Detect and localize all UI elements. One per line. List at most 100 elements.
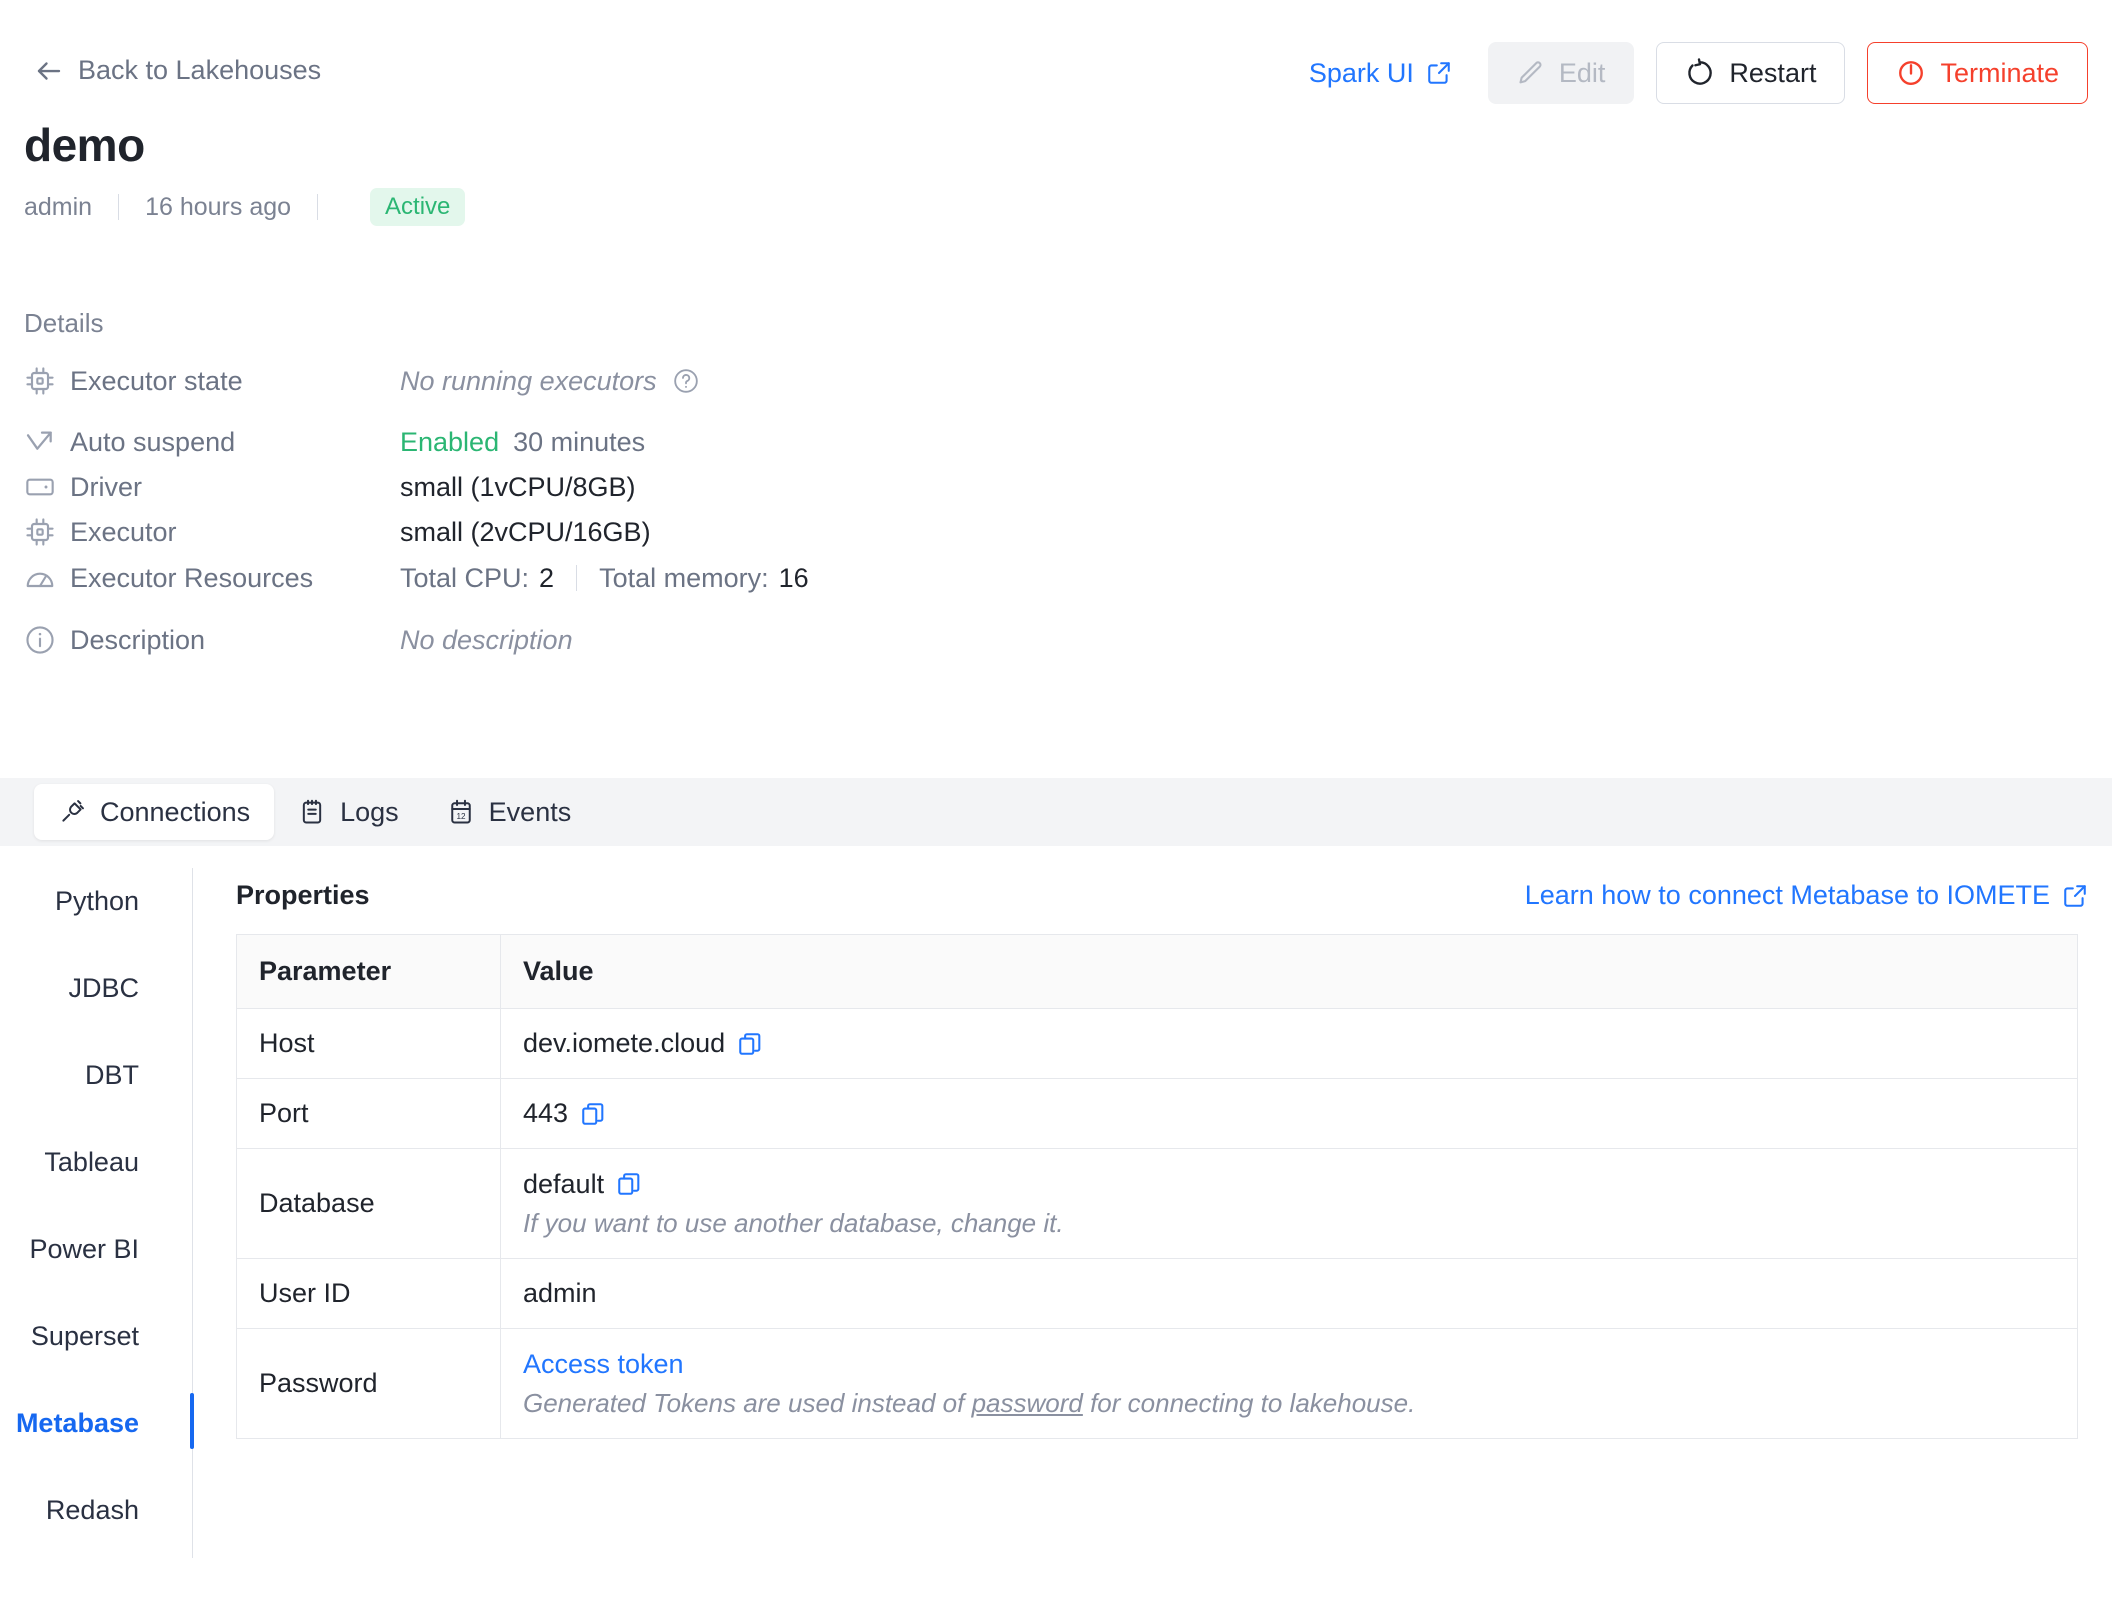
spark-ui-label: Spark UI <box>1308 57 1414 88</box>
password-note-after: for connecting to lakehouse. <box>1082 1387 1416 1418</box>
detail-row-description: Description No description <box>24 623 573 657</box>
sidebar-item-redash[interactable]: Redash <box>46 1495 139 1526</box>
tab-events-label: Events <box>488 796 572 827</box>
back-to-lakehouses-link[interactable]: Back to Lakehouses <box>34 55 321 86</box>
copy-icon[interactable] <box>737 1030 763 1058</box>
driver-card-icon <box>26 478 54 496</box>
arrow-left-icon <box>37 61 61 80</box>
auto-suspend-enabled: Enabled <box>400 426 500 457</box>
meta-divider-1 <box>118 194 120 220</box>
detail-row-executor-state: Executor state No running executors <box>24 364 699 398</box>
sidebar-item-python[interactable]: Python <box>55 886 139 917</box>
detail-key-executor-state: Executor state <box>70 365 243 396</box>
sidebar-item-power-bi[interactable]: Power BI <box>29 1234 139 1265</box>
detail-row-executor-resources: Executor Resources Total CPU: 2 Total me… <box>24 561 809 595</box>
page-title: demo <box>24 119 145 171</box>
total-memory-label: Total memory: <box>599 562 769 593</box>
restart-button[interactable]: Restart <box>1656 42 1846 104</box>
pencil-icon <box>1519 61 1542 84</box>
restart-power-icon <box>1688 58 1713 85</box>
tab-connections[interactable]: Connections <box>34 784 275 840</box>
param-user-id: User ID <box>236 1258 501 1329</box>
auto-suspend-duration: 30 minutes <box>513 426 646 457</box>
external-link-icon <box>1428 62 1450 84</box>
plug-icon <box>62 800 84 822</box>
value-port-cell: 443 <box>500 1078 2078 1149</box>
table-row-database: Database default If you want to use anot… <box>236 1148 2078 1259</box>
detail-key-executor: Executor <box>70 516 177 547</box>
terminate-label: Terminate <box>1940 57 2059 88</box>
password-note-before: Generated Tokens are used instead of <box>523 1387 972 1418</box>
copy-icon[interactable] <box>616 1170 642 1198</box>
properties-table: Parameter Value Host dev.iomete.cloud Po… <box>236 934 2078 1439</box>
terminate-button[interactable]: Terminate <box>1867 42 2088 104</box>
sidebar-item-tableau[interactable]: Tableau <box>44 1147 139 1178</box>
sidebar-item-dbt[interactable]: DBT <box>85 1060 139 1091</box>
learn-link-label: Learn how to connect Metabase to IOMETE <box>1524 880 2050 910</box>
arrow-trend-icon <box>26 431 52 450</box>
tab-bar: Connections Logs 12 Events <box>0 778 2112 846</box>
value-password-cell: Access token Generated Tokens are used i… <box>500 1328 2078 1439</box>
table-row-password: Password Access token Generated Tokens a… <box>236 1328 2078 1439</box>
tab-logs[interactable]: Logs <box>274 784 423 840</box>
detail-value-driver: small (1vCPU/8GB) <box>400 471 636 502</box>
detail-row-driver: Driver small (1vCPU/8GB) <box>24 470 636 504</box>
power-icon <box>1899 61 1924 85</box>
detail-key-executor-resources: Executor Resources <box>70 562 314 593</box>
table-header-row: Parameter Value <box>236 934 2078 1009</box>
access-token-link[interactable]: Access token <box>523 1349 2055 1380</box>
value-user-id: admin <box>500 1258 2078 1329</box>
back-to-lakehouses-label: Back to Lakehouses <box>78 55 322 85</box>
gauge-icon <box>26 572 54 588</box>
password-note: Generated Tokens are used instead of pas… <box>523 1388 2055 1419</box>
edit-label: Edit <box>1558 57 1606 88</box>
table-row-user-id: User ID admin <box>236 1258 2078 1329</box>
detail-key-auto-suspend: Auto suspend <box>70 426 236 457</box>
detail-value-description: No description <box>400 624 573 655</box>
status-badge: Active <box>370 188 466 226</box>
tab-logs-label: Logs <box>340 796 399 827</box>
database-note: If you want to use another database, cha… <box>523 1207 1064 1238</box>
cpu-chip-icon <box>26 367 54 395</box>
top-bar: Back to Lakehouses Spark UI Edit Restart <box>0 0 2112 110</box>
sidebar-item-metabase[interactable]: Metabase <box>16 1408 139 1439</box>
tab-connections-label: Connections <box>100 796 251 827</box>
sidebar-item-superset[interactable]: Superset <box>31 1321 139 1352</box>
total-memory-value: 16 <box>778 562 809 593</box>
owner-label: admin <box>24 192 93 221</box>
connections-sidebar: Python JDBC DBT Tableau Power BI Superse… <box>0 868 194 1558</box>
detail-value-executor: small (2vCPU/16GB) <box>400 516 651 547</box>
properties-table-body: Host dev.iomete.cloud Port 443 Database … <box>236 1008 2078 1439</box>
cpu-chip-icon <box>26 518 54 546</box>
total-cpu-label: Total CPU: <box>400 562 530 593</box>
info-circle-icon <box>26 626 54 654</box>
calendar-icon: 12 <box>450 799 471 824</box>
external-link-icon <box>2064 884 2086 907</box>
svg-text:12: 12 <box>456 812 466 821</box>
total-cpu-value: 2 <box>539 562 555 593</box>
detail-value-executor-state: No running executors <box>400 365 657 396</box>
edit-button[interactable]: Edit <box>1487 42 1635 104</box>
value-database-cell: default If you want to use another datab… <box>500 1148 2078 1259</box>
tab-events[interactable]: 12 Events <box>423 784 596 840</box>
param-password: Password <box>236 1328 501 1439</box>
spark-ui-link[interactable]: Spark UI <box>1309 58 1466 89</box>
learn-how-to-connect-link[interactable]: Learn how to connect Metabase to IOMETE <box>1525 880 2088 911</box>
top-action-group: Spark UI Edit Restart Terminate <box>1309 42 2088 104</box>
sidebar-item-jdbc[interactable]: JDBC <box>68 973 139 1004</box>
sidebar-active-marker <box>190 1393 194 1449</box>
detail-row-executor: Executor small (2vCPU/16GB) <box>24 515 651 549</box>
detail-key-description: Description <box>70 624 206 655</box>
table-row-host: Host dev.iomete.cloud <box>236 1008 2078 1079</box>
detail-row-auto-suspend: Auto suspend Enabled 30 minutes <box>24 425 645 459</box>
value-port: 443 <box>523 1098 569 1128</box>
copy-icon[interactable] <box>580 1100 606 1128</box>
column-header-parameter: Parameter <box>236 934 501 1009</box>
param-host: Host <box>236 1008 501 1079</box>
updated-label: 16 hours ago <box>145 192 292 221</box>
value-host: dev.iomete.cloud <box>523 1028 726 1058</box>
notepad-icon <box>302 799 322 824</box>
value-host-cell: dev.iomete.cloud <box>500 1008 2078 1079</box>
meta-divider-2 <box>317 194 319 220</box>
help-circle-icon[interactable] <box>673 368 699 394</box>
